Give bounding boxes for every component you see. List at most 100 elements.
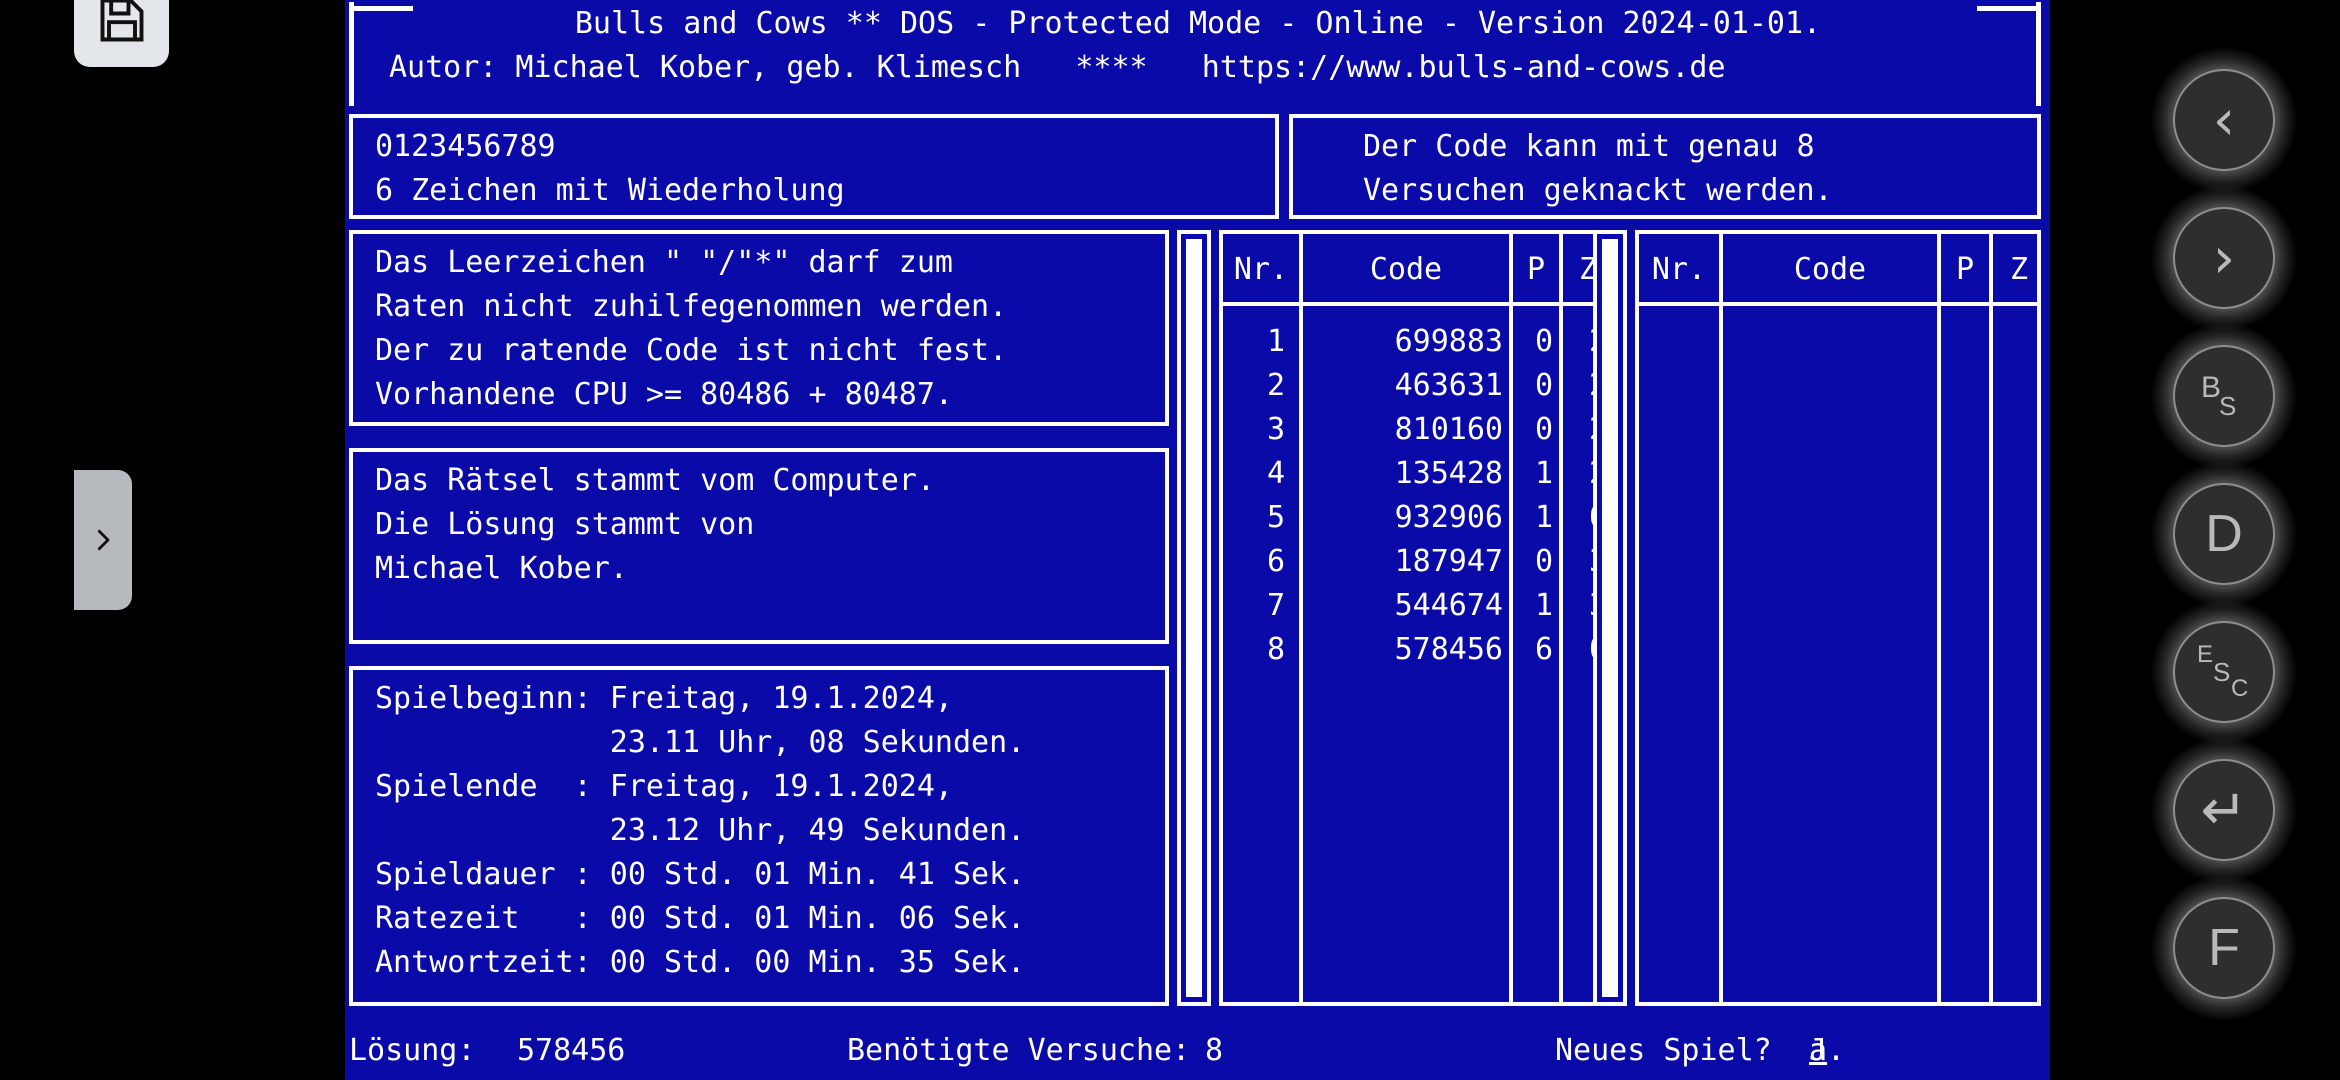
table-cell-nr: 5 xyxy=(1266,500,1285,535)
key-esc-letter-1: E xyxy=(2197,641,2214,668)
key-enter[interactable]: ↵ xyxy=(2150,736,2298,884)
rules-line-1: Das Leerzeichen " "/"*" darf zum xyxy=(375,245,953,280)
key-f-label: F xyxy=(2208,919,2240,977)
table-cell-p: 6 xyxy=(1534,632,1553,667)
save-button[interactable] xyxy=(74,0,169,67)
rules-line-2: Raten nicht zuhilfegenommen werden. xyxy=(375,289,1008,324)
status-bar: Lösung: 578456 Benötigte Versuche: 8 Neu… xyxy=(345,1028,2050,1074)
guess-table-header-code: Code xyxy=(1369,252,1443,287)
title-frame-left-edge xyxy=(349,2,354,106)
origin-line-4: Michael Kober. xyxy=(375,551,628,586)
second-table-header-nr: Nr. xyxy=(1651,252,1707,287)
status-newgame-rest: a. xyxy=(1809,1033,1846,1068)
key-left[interactable]: ‹ xyxy=(2150,46,2298,194)
second-table: Nr. Code P Z xyxy=(1635,230,2041,1006)
second-table-divider-nr xyxy=(1719,234,1723,1002)
table-cell-nr: 8 xyxy=(1266,632,1285,667)
key-enter-label: ↵ xyxy=(2200,777,2248,843)
drawer-toggle-button[interactable] xyxy=(74,470,132,610)
second-table-header-rule-z xyxy=(1993,302,2037,306)
table-cell-p: 0 xyxy=(1534,412,1553,447)
origin-panel: Das Rätsel stammt vom Computer. Die Lösu… xyxy=(349,448,1169,644)
timing-line-7: Antwortzeit: 00 Std. 00 Min. 35 Sek. xyxy=(375,945,1026,980)
key-f-face: F xyxy=(2173,897,2275,999)
origin-line-3: Die Lösung stammt von xyxy=(375,507,755,542)
key-d[interactable]: D xyxy=(2150,460,2298,608)
second-table-header-row: Nr. Code P Z xyxy=(1639,248,2037,292)
guess-table-header-nr: Nr. xyxy=(1233,252,1289,287)
charset-panel: 0123456789 6 Zeichen mit Wiederholung xyxy=(349,114,1279,219)
table-row: 593290610 xyxy=(1223,496,1605,540)
result-panel: Der Code kann mit genau 8 Versuchen gekn… xyxy=(1289,114,2041,219)
scrollbar-left-panels[interactable] xyxy=(1177,230,1211,1006)
title-frame-right-edge xyxy=(2036,2,2041,106)
second-table-header-z: Z xyxy=(2009,252,2029,287)
second-table-header-p: P xyxy=(1955,252,1975,287)
table-cell-nr: 6 xyxy=(1266,544,1285,579)
rules-line-3: Der zu ratende Code ist nicht fest. xyxy=(375,333,1008,368)
table-row: 618794703 xyxy=(1223,540,1605,584)
key-f[interactable]: F xyxy=(2150,874,2298,1022)
timing-line-4: 23.12 Uhr, 49 Sekunden. xyxy=(375,813,1026,848)
table-cell-p: 1 xyxy=(1534,500,1553,535)
key-backspace-letter-s: S xyxy=(2219,391,2237,421)
title-frame: Bulls and Cows ** DOS - Protected Mode -… xyxy=(349,2,2041,106)
table-cell-code: 810160 xyxy=(1394,412,1503,447)
key-left-label: ‹ xyxy=(2212,87,2236,153)
table-cell-code: 544674 xyxy=(1394,588,1503,623)
table-row: 246363102 xyxy=(1223,364,1605,408)
table-row: 381016002 xyxy=(1223,408,1605,452)
key-right-label: › xyxy=(2212,225,2236,291)
timing-line-3: Spielende : Freitag, 19.1.2024, xyxy=(375,769,953,804)
result-line-2: Versuchen geknackt werden. xyxy=(1363,173,1833,208)
virtual-keypad: ‹ › B S D E S C ↵ F xyxy=(2150,46,2300,1046)
table-row: 169988302 xyxy=(1223,320,1605,364)
status-attempts-value: 8 xyxy=(1205,1033,1224,1068)
table-cell-p: 0 xyxy=(1534,368,1553,403)
charset-line-2: 6 Zeichen mit Wiederholung xyxy=(375,173,845,208)
table-cell-code: 463631 xyxy=(1394,368,1503,403)
table-cell-code: 932906 xyxy=(1394,500,1503,535)
second-table-divider-z xyxy=(1989,234,1993,1002)
table-cell-code: 699883 xyxy=(1394,324,1503,359)
timing-line-5: Spieldauer : 00 Std. 01 Min. 41 Sek. xyxy=(375,857,1026,892)
chevron-right-icon xyxy=(97,529,110,551)
key-backspace-letter-b: B xyxy=(2201,371,2222,404)
table-cell-p: 1 xyxy=(1534,588,1553,623)
result-line-1: Der Code kann mit genau 8 xyxy=(1363,129,1815,164)
key-right[interactable]: › xyxy=(2150,184,2298,332)
guess-table-header-rule-left xyxy=(1223,302,1509,306)
table-cell-nr: 3 xyxy=(1266,412,1285,447)
timing-line-1: Spielbeginn: Freitag, 19.1.2024, xyxy=(375,681,953,716)
key-esc-face: ESC xyxy=(2173,621,2275,723)
dos-screen: Bulls and Cows ** DOS - Protected Mode -… xyxy=(345,0,2050,1080)
rules-panel: Das Leerzeichen " "/"*" darf zum Raten n… xyxy=(349,230,1169,426)
key-left-face: ‹ xyxy=(2173,69,2275,171)
timing-line-6: Ratezeit : 00 Std. 01 Min. 06 Sek. xyxy=(375,901,1026,936)
table-row: 857845660 xyxy=(1223,628,1605,672)
scrollbar-guess-table[interactable] xyxy=(1593,230,1627,1006)
origin-line-1: Das Rätsel stammt vom Computer. xyxy=(375,463,935,498)
rules-line-4: Vorhandene CPU >= 80486 + 80487. xyxy=(375,377,953,412)
table-cell-nr: 1 xyxy=(1266,324,1285,359)
key-backspace-face: BS xyxy=(2173,345,2275,447)
charset-line-1: 0123456789 xyxy=(375,129,556,164)
timing-line-2: 23.11 Uhr, 08 Sekunden. xyxy=(375,725,1026,760)
scrollbar-left-thumb[interactable] xyxy=(1186,239,1202,997)
guess-table-header-row: Nr. Code P Z xyxy=(1223,248,1605,292)
key-backspace[interactable]: BS xyxy=(2150,322,2298,470)
key-esc-letter-3: C xyxy=(2231,675,2249,702)
key-esc[interactable]: ESC xyxy=(2150,598,2298,746)
table-cell-code: 135428 xyxy=(1394,456,1503,491)
key-right-face: › xyxy=(2173,207,2275,309)
app-title-line-2: Autor: Michael Kober, geb. Klimesch ****… xyxy=(389,50,1726,85)
table-cell-p: 0 xyxy=(1534,544,1553,579)
second-table-header-rule-left xyxy=(1639,302,1937,306)
second-table-divider-p xyxy=(1937,234,1941,1002)
timing-panel: Spielbeginn: Freitag, 19.1.2024, 23.11 U… xyxy=(349,666,1169,1006)
screen-root: Bulls and Cows ** DOS - Protected Mode -… xyxy=(0,0,2340,1080)
scrollbar-guess-thumb[interactable] xyxy=(1602,239,1618,997)
status-solution-value: 578456 xyxy=(517,1033,626,1068)
guess-table-header-p: P xyxy=(1526,252,1546,287)
floppy-disk-icon xyxy=(100,0,143,41)
